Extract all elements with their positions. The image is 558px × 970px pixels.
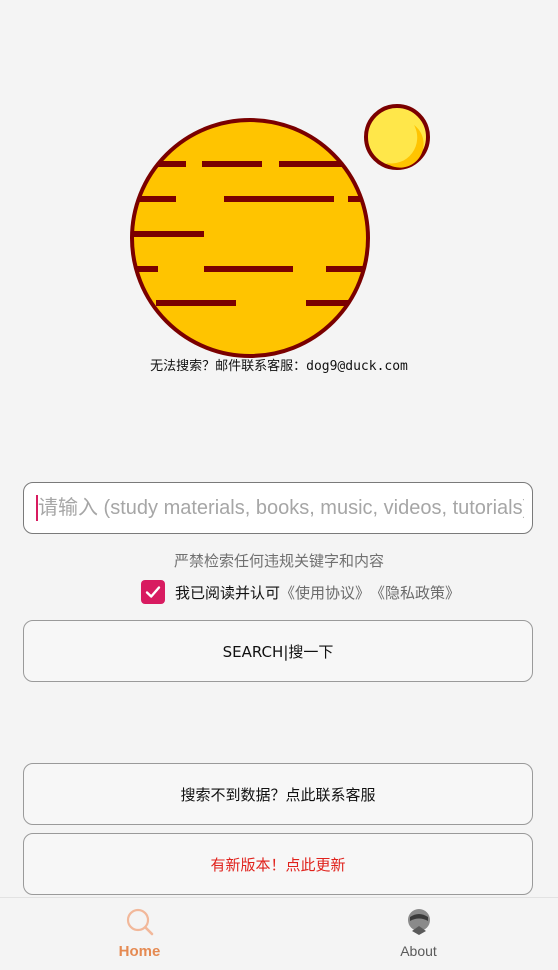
profile-icon (407, 909, 430, 935)
agreement-checkbox[interactable] (141, 580, 165, 604)
planet-logo-icon (130, 104, 430, 358)
tab-home-label: Home (118, 943, 161, 960)
search-box[interactable] (23, 482, 533, 534)
search-icon (126, 908, 153, 936)
update-app-button[interactable]: 有新版本！点此更新 (23, 833, 533, 895)
search-input[interactable] (38, 488, 524, 528)
contact-support-label: 搜索不到数据？点此联系客服 (180, 785, 376, 804)
tab-home[interactable]: Home (0, 898, 279, 970)
update-app-label: 有新版本！点此更新 (210, 855, 346, 874)
privacy-policy-link[interactable]: 《隐私政策》 (370, 582, 460, 603)
contact-support-button[interactable]: 搜索不到数据？点此联系客服 (23, 763, 533, 825)
search-button[interactable]: SEARCH|搜一下 (23, 620, 533, 682)
contact-email-note: 无法搜索？邮件联系客服：dog9@duck.com (150, 359, 408, 374)
agreement-label: 我已阅读并认可 (175, 583, 281, 602)
compliance-warning: 严禁检索任何违规关键字和内容 (173, 552, 384, 570)
tab-about[interactable]: About (279, 898, 558, 970)
agreement-row: 我已阅读并认可 《使用协议》 《隐私政策》 (141, 579, 460, 605)
checkmark-icon (145, 586, 161, 598)
app-logo (128, 103, 432, 359)
bottom-tab-bar: Home About (0, 897, 558, 970)
terms-of-use-link[interactable]: 《使用协议》 (280, 582, 370, 603)
search-button-label: SEARCH|搜一下 (222, 642, 334, 661)
tab-about-label: About (400, 943, 437, 959)
